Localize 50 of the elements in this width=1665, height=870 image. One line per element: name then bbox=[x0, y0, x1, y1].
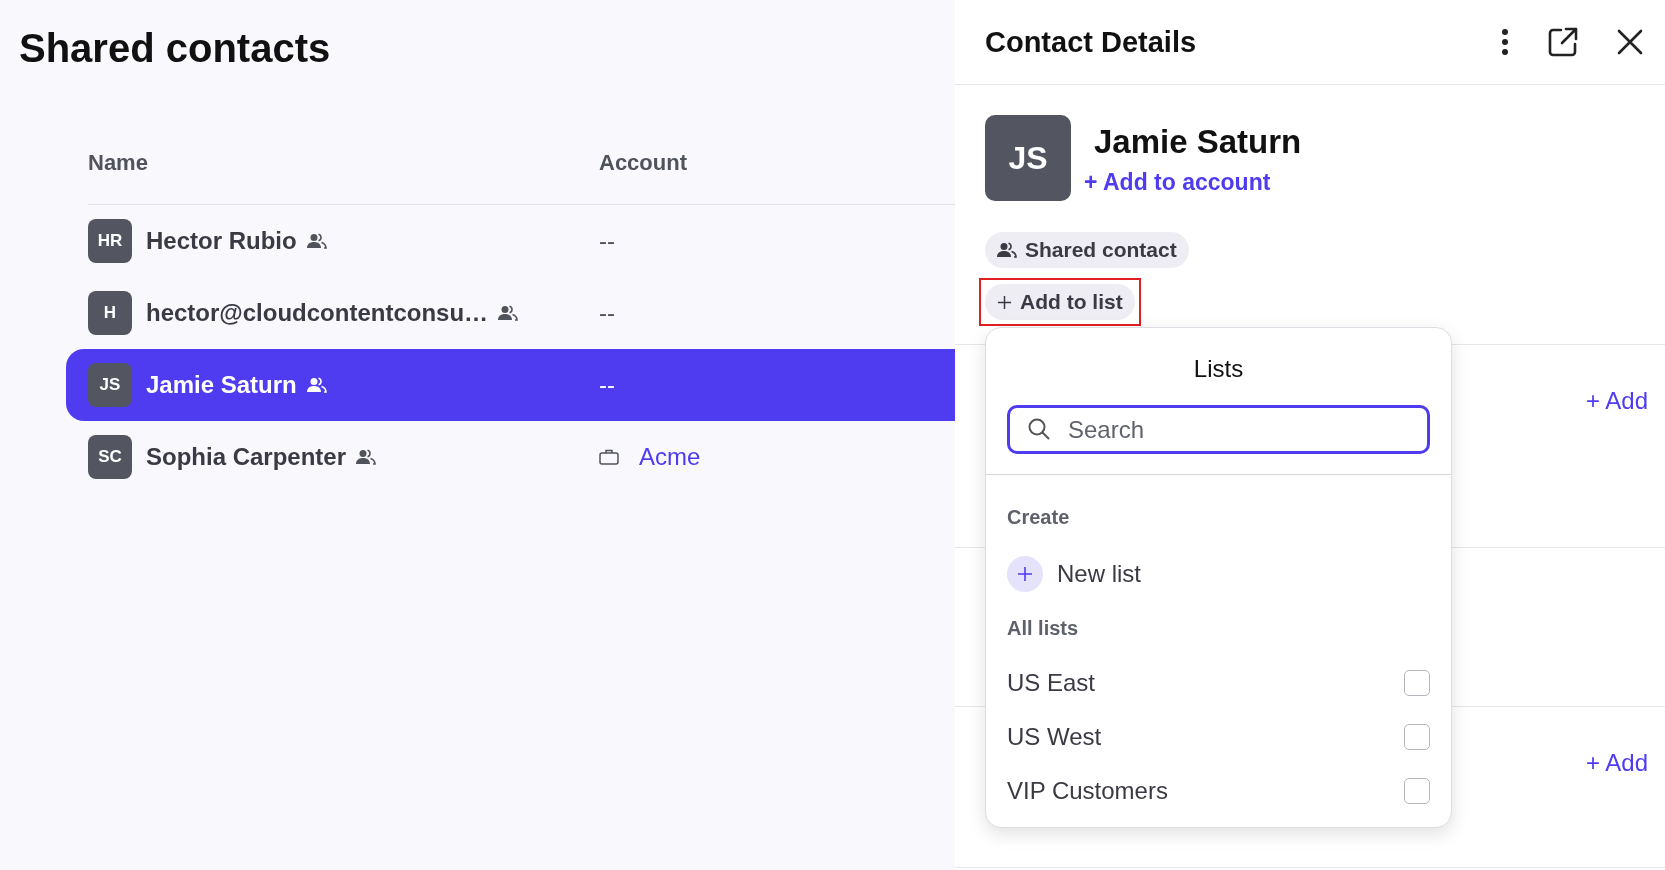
contact-row[interactable]: JS Jamie Saturn -- bbox=[66, 349, 955, 421]
contact-row[interactable]: H hector@cloudcontentconsu… -- bbox=[66, 277, 955, 349]
panel-title: Contact Details bbox=[985, 25, 1197, 59]
search-icon bbox=[1027, 417, 1051, 441]
avatar: JS bbox=[985, 115, 1071, 201]
add-link[interactable]: + Add bbox=[1585, 387, 1648, 415]
avatar: H bbox=[88, 291, 132, 335]
new-list-item[interactable]: New list bbox=[1007, 556, 1430, 592]
tag-label: Shared contact bbox=[1025, 238, 1177, 262]
checkbox[interactable] bbox=[1404, 778, 1430, 804]
people-icon bbox=[997, 242, 1017, 258]
dropdown-title: Lists bbox=[1192, 355, 1245, 383]
add-to-list-button[interactable]: Add to list bbox=[985, 284, 1135, 320]
list-name: US East bbox=[1007, 669, 1096, 697]
contact-name: Jamie Saturn bbox=[1094, 123, 1302, 161]
contact-row[interactable]: HR Hector Rubio -- bbox=[66, 205, 955, 277]
list-item[interactable]: US East bbox=[1007, 656, 1430, 710]
checkbox[interactable] bbox=[1404, 670, 1430, 696]
more-options-icon[interactable] bbox=[1501, 28, 1509, 56]
avatar: HR bbox=[88, 219, 132, 263]
column-header: Account bbox=[599, 149, 687, 176]
list-item[interactable]: VIP Customers bbox=[1007, 764, 1430, 818]
close-icon[interactable] bbox=[1617, 29, 1643, 55]
add-to-account-link[interactable]: + Add to account bbox=[1084, 169, 1302, 196]
search-field[interactable]: Search bbox=[1007, 405, 1430, 454]
account-value: -- bbox=[599, 371, 615, 399]
section-heading: All lists bbox=[1007, 617, 1080, 640]
avatar: JS bbox=[88, 363, 132, 407]
contact-name: Hector Rubio bbox=[146, 227, 297, 255]
checkbox[interactable] bbox=[1404, 724, 1430, 750]
contact-row[interactable]: SC Sophia Carpenter Acme bbox=[66, 421, 955, 493]
avatar: SC bbox=[88, 435, 132, 479]
section-heading: Create bbox=[1007, 506, 1071, 529]
list-name: US West bbox=[1007, 723, 1102, 751]
account-value: -- bbox=[599, 299, 615, 327]
account-link[interactable]: Acme bbox=[639, 443, 701, 471]
new-list-label: New list bbox=[1057, 560, 1141, 588]
contact-name: Sophia Carpenter bbox=[146, 443, 347, 471]
account-value: -- bbox=[599, 227, 615, 255]
briefcase-icon bbox=[599, 449, 619, 465]
plus-icon bbox=[1007, 556, 1043, 592]
contact-name: hector@cloudcontentconsu… bbox=[146, 299, 489, 327]
plus-icon bbox=[997, 294, 1012, 310]
external-link-icon[interactable] bbox=[1547, 26, 1579, 58]
page-title: Shared contacts bbox=[19, 25, 332, 72]
list-item[interactable]: US West bbox=[1007, 710, 1430, 764]
column-header: Name bbox=[88, 149, 149, 176]
contact-name: Jamie Saturn bbox=[146, 371, 297, 399]
list-name: VIP Customers bbox=[1007, 777, 1168, 805]
add-link[interactable]: + Add bbox=[1585, 749, 1648, 777]
